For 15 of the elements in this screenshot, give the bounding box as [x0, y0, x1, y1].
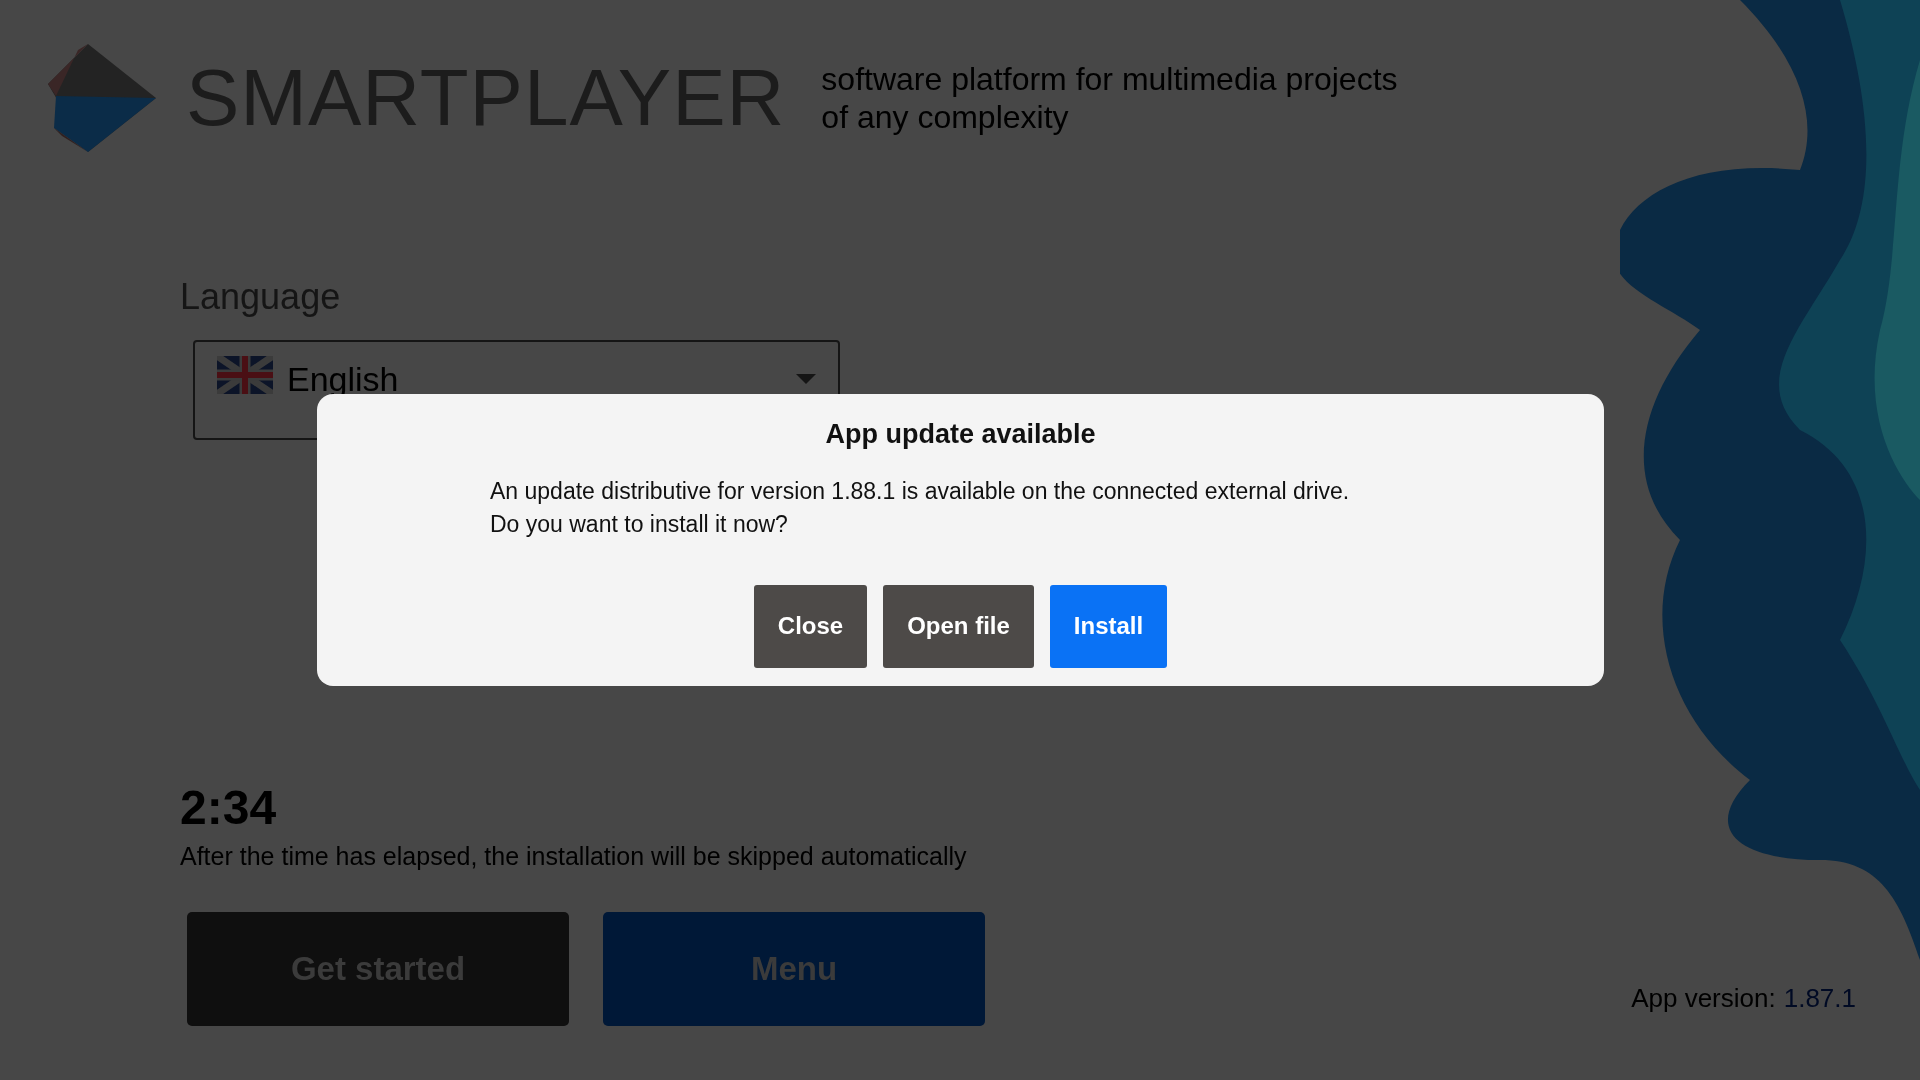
tagline-text: of any complexity [821, 98, 1070, 136]
countdown-note: After the time has elapsed, the installation will be skipped automatically [180, 841, 968, 872]
app-version-label: App version: [1631, 982, 1776, 1015]
language-value: English [287, 362, 399, 396]
countdown-timer: 2:34 [180, 780, 278, 836]
app-version-value: 1.87.1 [1783, 982, 1856, 1015]
dialog-message: An update distributive for version 1.88.1 is available on the connected external drive. [490, 476, 1350, 506]
dialog-message: Do you want to install it now? [490, 509, 789, 539]
logo-icon [48, 44, 156, 152]
dialog-button[interactable]: Open file [883, 584, 1034, 668]
dialog-button[interactable]: Close [753, 584, 868, 668]
tagline-text: software platform for multimedia projects [821, 60, 1398, 98]
uk-flag-icon [217, 356, 273, 394]
caret-icon [796, 374, 816, 384]
dialog-button[interactable]: Install [1049, 584, 1168, 668]
